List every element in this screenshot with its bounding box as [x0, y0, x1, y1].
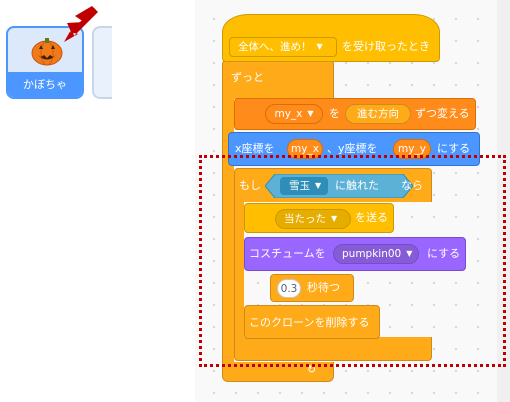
change-by-label: を	[329, 107, 340, 120]
y-label: 、y座標を	[327, 142, 378, 155]
message-value: 全体へ、進め！	[238, 41, 312, 53]
goto-suffix-label: にする	[437, 142, 471, 155]
variable-dropdown[interactable]: my_x ▼	[265, 104, 323, 124]
change-variable-block[interactable]: my_x ▼ を 進む方向 ずつ変える	[234, 98, 476, 130]
forever-block[interactable]: ずっと	[222, 60, 334, 99]
direction-reporter[interactable]: 進む方向	[345, 104, 411, 124]
forever-label: ずっと	[231, 71, 264, 84]
change-suffix-label: ずつ変える	[415, 107, 470, 120]
reporter-label: 進む方向	[357, 108, 399, 120]
sprite-name-label: かぼちゃ	[8, 72, 82, 97]
chevron-down-icon: ▼	[307, 109, 314, 118]
x-label: x座標を	[235, 142, 275, 155]
when-i-receive-hat[interactable]: 全体へ、進め！ ▼ を受け取ったとき	[222, 14, 440, 62]
highlight-box	[199, 155, 506, 367]
variable-name: my_x	[274, 108, 303, 120]
hat-label: を受け取ったとき	[342, 40, 430, 53]
chevron-down-icon: ▼	[316, 42, 323, 51]
pointer-arrow-icon	[64, 6, 98, 42]
message-dropdown[interactable]: 全体へ、進め！ ▼	[229, 37, 337, 57]
